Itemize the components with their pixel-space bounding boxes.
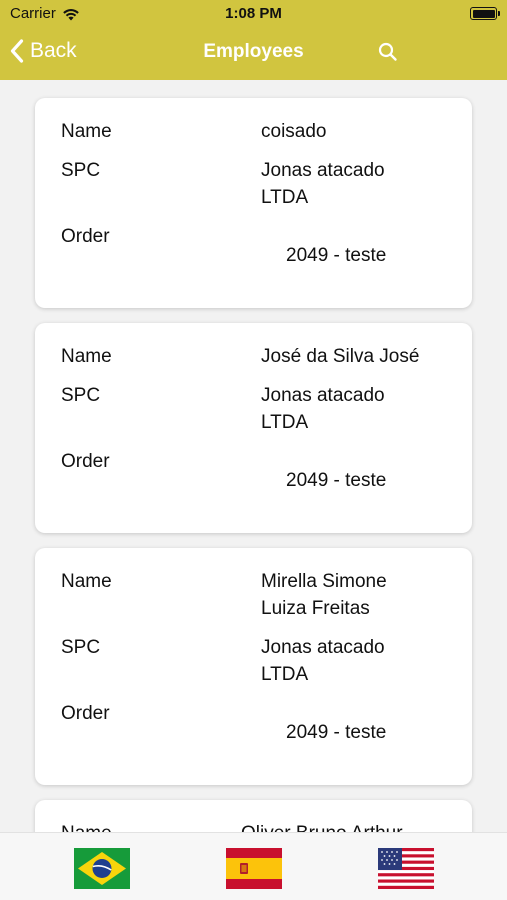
name-value-line1: Mirella Simone: [261, 571, 387, 592]
name-label: Name: [61, 121, 112, 142]
chevron-left-icon: [10, 39, 24, 63]
spc-value-line2: LTDA: [261, 412, 309, 433]
name-value-line2: Luiza Freitas: [261, 598, 370, 619]
usa-flag-icon: [378, 848, 434, 889]
name-value: Oliver Bruno Arthur: [241, 820, 461, 832]
employee-card[interactable]: Name coisado SPC Jonas atacado LTDA Orde…: [35, 98, 472, 308]
battery-icon: [470, 7, 500, 20]
search-button[interactable]: [376, 40, 400, 64]
name-value: José da Silva José: [261, 346, 420, 367]
employee-card[interactable]: Name Mirella Simone Luiza Freitas SPC Jo…: [35, 548, 472, 785]
status-bar: Carrier 1:08 PM: [0, 0, 507, 28]
name-label: Name: [61, 571, 112, 592]
language-button-english[interactable]: [378, 848, 434, 889]
spain-flag-icon: [226, 848, 282, 889]
spc-label: SPC: [61, 637, 101, 658]
language-button-portuguese[interactable]: [74, 848, 130, 889]
language-button-spanish[interactable]: [226, 848, 282, 889]
back-button[interactable]: Back: [10, 39, 77, 63]
navigation-bar: Back Employees: [0, 28, 507, 80]
back-label: Back: [30, 39, 77, 62]
brazil-flag-icon: [74, 848, 130, 889]
order-label: Order: [61, 703, 110, 724]
language-bar: [0, 832, 507, 900]
clock: 1:08 PM: [225, 5, 282, 22]
order-label: Order: [61, 226, 110, 247]
employee-list[interactable]: Name coisado SPC Jonas atacado LTDA Orde…: [0, 80, 507, 832]
spc-label: SPC: [61, 160, 101, 181]
order-value: 2049 - teste: [286, 722, 387, 743]
search-icon: [378, 42, 397, 61]
name-value: coisado: [261, 121, 327, 142]
name-label: Name: [61, 820, 112, 832]
spc-value-line1: Jonas atacado: [261, 637, 385, 658]
employee-card[interactable]: Name Oliver Bruno Arthur: [35, 800, 472, 832]
spc-value-line1: Jonas atacado: [261, 385, 385, 406]
spc-value-line2: LTDA: [261, 187, 309, 208]
name-label: Name: [61, 346, 112, 367]
spc-value-line2: LTDA: [261, 664, 309, 685]
spc-label: SPC: [61, 385, 101, 406]
order-value: 2049 - teste: [286, 245, 387, 266]
order-value: 2049 - teste: [286, 470, 387, 491]
spc-value-line1: Jonas atacado: [261, 160, 385, 181]
employee-card[interactable]: Name José da Silva José SPC Jonas atacad…: [35, 323, 472, 533]
order-label: Order: [61, 451, 110, 472]
